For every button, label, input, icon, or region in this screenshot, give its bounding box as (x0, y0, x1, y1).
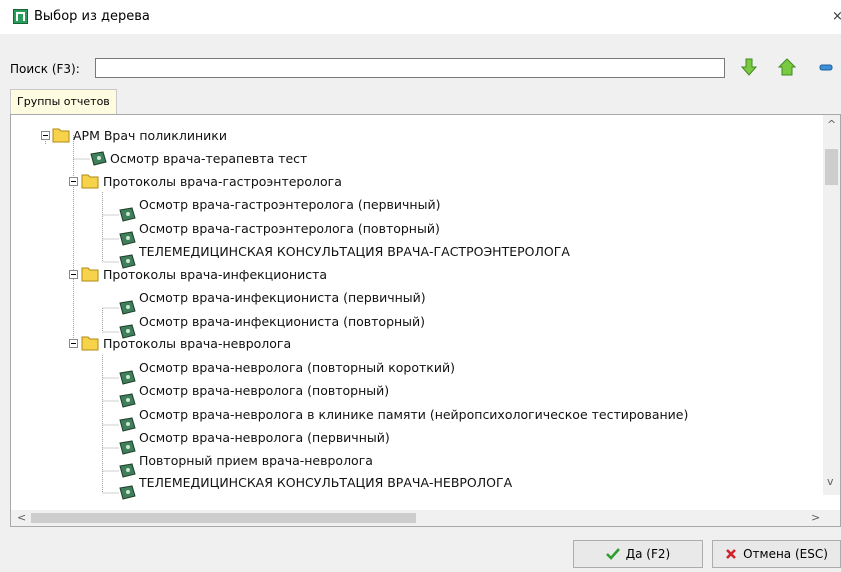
report-icon (119, 300, 136, 315)
tree-node[interactable]: Повторный прием врача-невролога (139, 453, 373, 469)
scroll-down-icon[interactable]: v (827, 475, 834, 488)
cancel-x-icon (726, 549, 736, 559)
home-icon[interactable] (776, 56, 798, 78)
report-icon (119, 485, 136, 500)
tree-node-root[interactable]: АРМ Врач поликлиники (73, 128, 227, 144)
tree-node[interactable]: Осмотр врача-гастроэнтеролога (первичный… (139, 197, 440, 213)
app-icon (13, 9, 28, 24)
horizontal-scrollbar[interactable]: < > (10, 510, 841, 527)
tree-node[interactable]: Осмотр врача-невролога (первичный) (139, 430, 390, 446)
check-icon (605, 548, 620, 560)
tree-node[interactable]: Осмотр врача-инфекциониста (повторный) (139, 314, 425, 330)
window-title: Выбор из дерева (34, 9, 150, 24)
title-bar: Выбор из дерева × (0, 0, 841, 34)
report-icon (119, 393, 136, 408)
ok-button-label: Да (F2) (625, 547, 671, 561)
horizontal-scroll-thumb[interactable] (31, 513, 416, 523)
ok-button[interactable]: Да (F2) (573, 540, 703, 568)
cancel-button-label: Отмена (ESC) (743, 547, 828, 561)
expand-collapse-icon[interactable] (69, 339, 78, 348)
tree-folder[interactable]: Протоколы врача-гастроэнтеролога (103, 174, 342, 190)
report-icon (119, 207, 136, 222)
tree-node[interactable]: ТЕЛЕМЕДИЦИНСКАЯ КОНСУЛЬТАЦИЯ ВРАЧА-ГАСТР… (139, 244, 570, 260)
tree-node[interactable]: ТЕЛЕМЕДИЦИНСКАЯ КОНСУЛЬТАЦИЯ ВРАЧА-НЕВРО… (139, 475, 512, 491)
tab-report-groups[interactable]: Группы отчетов (10, 89, 117, 114)
collapse-icon[interactable] (814, 56, 836, 78)
search-label: Поиск (F3): (10, 62, 80, 76)
tree-node[interactable]: Осмотр врача-невролога в клинике памяти … (139, 407, 688, 423)
report-icon (90, 151, 107, 166)
close-icon[interactable]: × (832, 9, 841, 24)
arrow-down-icon[interactable] (738, 56, 760, 78)
tree-view[interactable]: АРМ Врач поликлиники Осмотр врача-терапе… (10, 114, 841, 512)
tree-node[interactable]: Осмотр врача-терапевта тест (110, 151, 307, 167)
dialog-body: Поиск (F3): Группы отчетов АРМ Врач поли… (0, 34, 841, 572)
report-icon (119, 440, 136, 455)
scroll-left-icon[interactable]: < (17, 511, 26, 524)
tree-node[interactable]: Осмотр врача-невролога (повторный коротк… (139, 360, 455, 376)
report-icon (119, 231, 136, 246)
tree-node[interactable]: Осмотр врача-инфекциониста (первичный) (139, 290, 426, 306)
folder-icon (81, 267, 99, 282)
tree-node[interactable]: Осмотр врача-гастроэнтеролога (повторный… (139, 221, 440, 237)
expand-collapse-icon[interactable] (69, 177, 78, 186)
report-icon (119, 417, 136, 432)
vertical-scroll-thumb[interactable] (825, 149, 838, 185)
expand-collapse-icon[interactable] (41, 131, 50, 140)
tree-node[interactable]: Осмотр врача-невролога (повторный) (139, 383, 389, 399)
report-icon (119, 463, 136, 478)
report-icon (119, 370, 136, 385)
folder-icon (52, 128, 70, 143)
search-input[interactable] (95, 58, 725, 78)
cancel-button[interactable]: Отмена (ESC) (712, 540, 841, 568)
folder-icon (81, 336, 99, 351)
vertical-scrollbar[interactable]: ^ v (823, 115, 840, 495)
folder-icon (81, 174, 99, 189)
expand-collapse-icon[interactable] (69, 270, 78, 279)
scroll-right-icon[interactable]: > (811, 511, 820, 524)
tree-folder[interactable]: Протоколы врача-инфекциониста (103, 267, 327, 283)
tree-folder[interactable]: Протоколы врача-невролога (103, 336, 291, 352)
scroll-up-icon[interactable]: ^ (827, 118, 836, 131)
